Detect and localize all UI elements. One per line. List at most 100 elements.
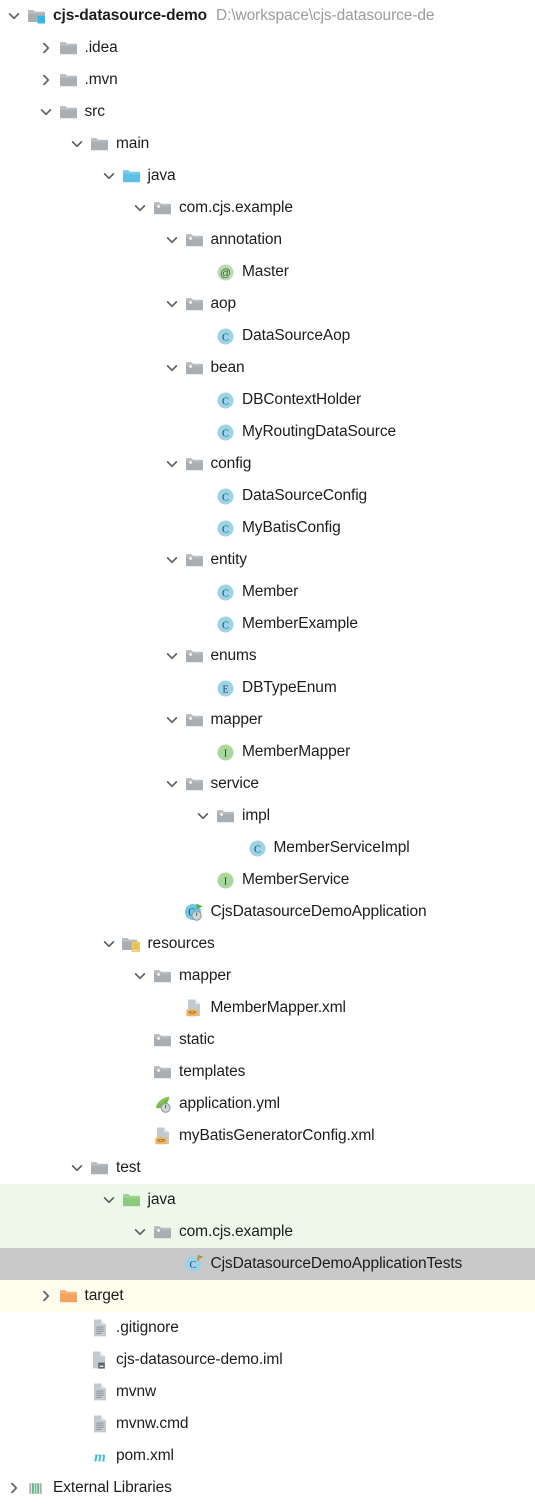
tree-indent-spacer bbox=[0, 1392, 67, 1393]
tree-indent-spacer bbox=[0, 144, 67, 145]
package-icon bbox=[184, 230, 205, 251]
tree-node-label: MemberExample bbox=[242, 615, 358, 632]
tree-row[interactable]: cjs-datasource-demo D:\workspace\cjs-data… bbox=[0, 0, 535, 32]
tree-row[interactable]: C MyBatisConfig bbox=[0, 512, 535, 544]
tree-row[interactable]: bean bbox=[0, 352, 535, 384]
tree-row[interactable]: impl bbox=[0, 800, 535, 832]
tree-row[interactable]: I MemberService bbox=[0, 864, 535, 896]
svg-text:C: C bbox=[254, 844, 261, 855]
tree-row[interactable]: service bbox=[0, 768, 535, 800]
chevron-right-icon[interactable] bbox=[36, 70, 56, 90]
tree-node-label: annotation bbox=[210, 231, 283, 248]
tree-indent-spacer bbox=[0, 1456, 67, 1457]
chevron-down-icon[interactable] bbox=[162, 294, 182, 314]
chevron-down-icon[interactable] bbox=[162, 454, 182, 474]
tree-row[interactable]: annotation bbox=[0, 224, 535, 256]
chevron-down-icon[interactable] bbox=[162, 358, 182, 378]
chevron-right-icon[interactable] bbox=[4, 1478, 24, 1498]
tree-row[interactable]: @ Master bbox=[0, 256, 535, 288]
tree-row[interactable]: I MemberMapper bbox=[0, 736, 535, 768]
tree-row[interactable]: C MemberExample bbox=[0, 608, 535, 640]
tree-row[interactable]: mvnw bbox=[0, 1376, 535, 1408]
tree-row[interactable]: .mvn bbox=[0, 64, 535, 96]
tree-row[interactable]: cjs-datasource-demo.iml bbox=[0, 1344, 535, 1376]
chevron-down-icon[interactable] bbox=[99, 1190, 119, 1210]
tree-row[interactable]: java bbox=[0, 1184, 535, 1216]
chevron-right-icon[interactable] bbox=[36, 1286, 56, 1306]
svg-text:<>: <> bbox=[188, 1010, 196, 1017]
chevron-down-icon[interactable] bbox=[99, 166, 119, 186]
chevron-right-icon bbox=[193, 262, 213, 282]
tree-row[interactable]: .idea bbox=[0, 32, 535, 64]
spring-yaml-file-icon bbox=[152, 1094, 173, 1115]
tree-row[interactable]: C DBContextHolder bbox=[0, 384, 535, 416]
tree-row[interactable]: mvnw.cmd bbox=[0, 1408, 535, 1440]
tree-indent-spacer bbox=[0, 48, 36, 49]
tree-row[interactable]: target bbox=[0, 1280, 535, 1312]
tree-row[interactable]: resources bbox=[0, 928, 535, 960]
tree-node-label: pom.xml bbox=[116, 1447, 174, 1464]
chevron-right-icon[interactable] bbox=[36, 38, 56, 58]
tree-row[interactable]: <> MemberMapper.xml bbox=[0, 992, 535, 1024]
chevron-down-icon[interactable] bbox=[130, 966, 150, 986]
tree-row[interactable]: java bbox=[0, 160, 535, 192]
tree-row[interactable]: C Member bbox=[0, 576, 535, 608]
tree-node-label: entity bbox=[210, 551, 248, 568]
tree-node-label: resources bbox=[147, 935, 215, 952]
chevron-down-icon[interactable] bbox=[162, 230, 182, 250]
folder-icon bbox=[58, 38, 79, 59]
chevron-down-icon[interactable] bbox=[162, 550, 182, 570]
chevron-down-icon[interactable] bbox=[162, 646, 182, 666]
tree-node-label: static bbox=[179, 1031, 215, 1048]
tree-row[interactable]: main bbox=[0, 128, 535, 160]
chevron-down-icon[interactable] bbox=[193, 806, 213, 826]
tree-indent-spacer bbox=[0, 208, 130, 209]
chevron-down-icon[interactable] bbox=[162, 774, 182, 794]
tree-node-label: DataSourceConfig bbox=[242, 487, 368, 504]
tree-row[interactable]: <> myBatisGeneratorConfig.xml bbox=[0, 1120, 535, 1152]
tree-row[interactable]: mapper bbox=[0, 704, 535, 736]
chevron-right-icon bbox=[193, 742, 213, 762]
tree-row[interactable]: mapper bbox=[0, 960, 535, 992]
tree-row[interactable]: m pom.xml bbox=[0, 1440, 535, 1472]
chevron-down-icon[interactable] bbox=[130, 198, 150, 218]
tree-row[interactable]: External Libraries bbox=[0, 1472, 535, 1504]
chevron-right-icon bbox=[162, 998, 182, 1018]
tree-node-label: com.cjs.example bbox=[179, 1223, 293, 1240]
tree-indent-spacer bbox=[0, 1360, 67, 1361]
tree-row[interactable]: C DataSourceAop bbox=[0, 320, 535, 352]
tree-row[interactable]: templates bbox=[0, 1056, 535, 1088]
tree-row[interactable]: C DataSourceConfig bbox=[0, 480, 535, 512]
chevron-down-icon[interactable] bbox=[67, 1158, 87, 1178]
tree-row[interactable]: .gitignore bbox=[0, 1312, 535, 1344]
chevron-right-icon bbox=[130, 1030, 150, 1050]
package-icon bbox=[215, 806, 236, 827]
package-icon bbox=[152, 1030, 173, 1051]
tree-row[interactable]: src bbox=[0, 96, 535, 128]
tree-row[interactable]: aop bbox=[0, 288, 535, 320]
chevron-down-icon[interactable] bbox=[4, 6, 24, 26]
project-tree[interactable]: cjs-datasource-demo D:\workspace\cjs-data… bbox=[0, 0, 535, 1504]
tree-row[interactable]: config bbox=[0, 448, 535, 480]
chevron-down-icon[interactable] bbox=[162, 710, 182, 730]
chevron-down-icon[interactable] bbox=[99, 934, 119, 954]
folder-icon bbox=[58, 102, 79, 123]
tree-row[interactable]: test bbox=[0, 1152, 535, 1184]
resources-root-folder-icon bbox=[121, 934, 142, 955]
chevron-down-icon[interactable] bbox=[36, 102, 56, 122]
tree-row[interactable]: C CjsDatasourceDemoApplicationTests bbox=[0, 1248, 535, 1280]
tree-row[interactable]: static bbox=[0, 1024, 535, 1056]
tree-row[interactable]: application.yml bbox=[0, 1088, 535, 1120]
chevron-down-icon[interactable] bbox=[130, 1222, 150, 1242]
chevron-down-icon[interactable] bbox=[67, 134, 87, 154]
tree-row[interactable]: enums bbox=[0, 640, 535, 672]
tree-row[interactable]: com.cjs.example bbox=[0, 192, 535, 224]
tree-row[interactable]: E DBTypeEnum bbox=[0, 672, 535, 704]
tree-row[interactable]: com.cjs.example bbox=[0, 1216, 535, 1248]
tree-row[interactable]: C CjsDatasourceDemoApplication bbox=[0, 896, 535, 928]
tree-row[interactable]: C MemberServiceImpl bbox=[0, 832, 535, 864]
tree-row[interactable]: C MyRoutingDataSource bbox=[0, 416, 535, 448]
package-icon bbox=[184, 774, 205, 795]
tree-indent-spacer bbox=[0, 528, 193, 529]
tree-row[interactable]: entity bbox=[0, 544, 535, 576]
